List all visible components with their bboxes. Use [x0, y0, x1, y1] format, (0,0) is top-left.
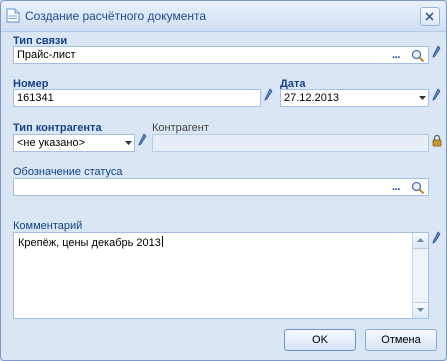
magnifier-icon[interactable] — [411, 49, 425, 63]
number-value: 161341 — [17, 92, 54, 104]
document-icon — [6, 8, 20, 23]
pencil-icon[interactable] — [431, 45, 441, 59]
scroll-up-button[interactable] — [413, 233, 428, 249]
close-icon — [425, 12, 434, 21]
cancel-button[interactable]: Отмена — [365, 329, 437, 351]
ok-button[interactable]: OK — [284, 329, 356, 351]
status-label: Обозначение статуса — [13, 166, 123, 178]
counterparty-label: Контрагент — [152, 122, 209, 134]
link-type-value: Прайс-лист — [17, 49, 76, 61]
scroll-down-button[interactable] — [413, 302, 428, 318]
title-bar[interactable]: Создание расчётного документа — [1, 1, 446, 32]
comment-textarea[interactable]: Крепёж, цены декабрь 2013 — [13, 232, 429, 319]
window-title: Создание расчётного документа — [25, 9, 207, 23]
chevron-down-icon[interactable] — [419, 96, 426, 101]
pencil-icon[interactable] — [137, 133, 147, 147]
comment-scrollbar[interactable] — [412, 233, 428, 318]
text-caret — [161, 236, 163, 247]
close-button[interactable] — [420, 7, 440, 26]
comment-value: Крепёж, цены декабрь 2013 — [18, 237, 161, 249]
counterparty-type-value: <не указано> — [17, 137, 85, 149]
chevron-down-icon — [417, 308, 424, 312]
lock-icon — [432, 134, 442, 147]
ellipsis-icon[interactable]: ··· — [392, 50, 401, 63]
date-field[interactable]: 27.12.2013 — [280, 89, 429, 107]
chevron-up-icon — [417, 238, 424, 242]
pencil-icon[interactable] — [431, 88, 441, 102]
counterparty-type-select[interactable]: <не указано> — [13, 134, 135, 152]
date-value: 27.12.2013 — [284, 92, 340, 104]
pencil-icon[interactable] — [263, 88, 273, 102]
magnifier-icon[interactable] — [411, 181, 425, 195]
ellipsis-icon[interactable]: ··· — [392, 182, 401, 195]
number-field[interactable]: 161341 — [13, 89, 261, 107]
chevron-down-icon[interactable] — [125, 141, 132, 146]
dialog-window: Создание расчётного документа Тип связи … — [0, 0, 447, 361]
counterparty-type-label: Тип контрагента — [13, 122, 102, 134]
comment-label: Комментарий — [13, 220, 83, 232]
pencil-icon[interactable] — [431, 231, 441, 245]
status-field[interactable]: ··· — [13, 178, 429, 196]
link-type-field[interactable]: Прайс-лист ··· — [13, 46, 429, 64]
counterparty-field — [152, 134, 429, 152]
